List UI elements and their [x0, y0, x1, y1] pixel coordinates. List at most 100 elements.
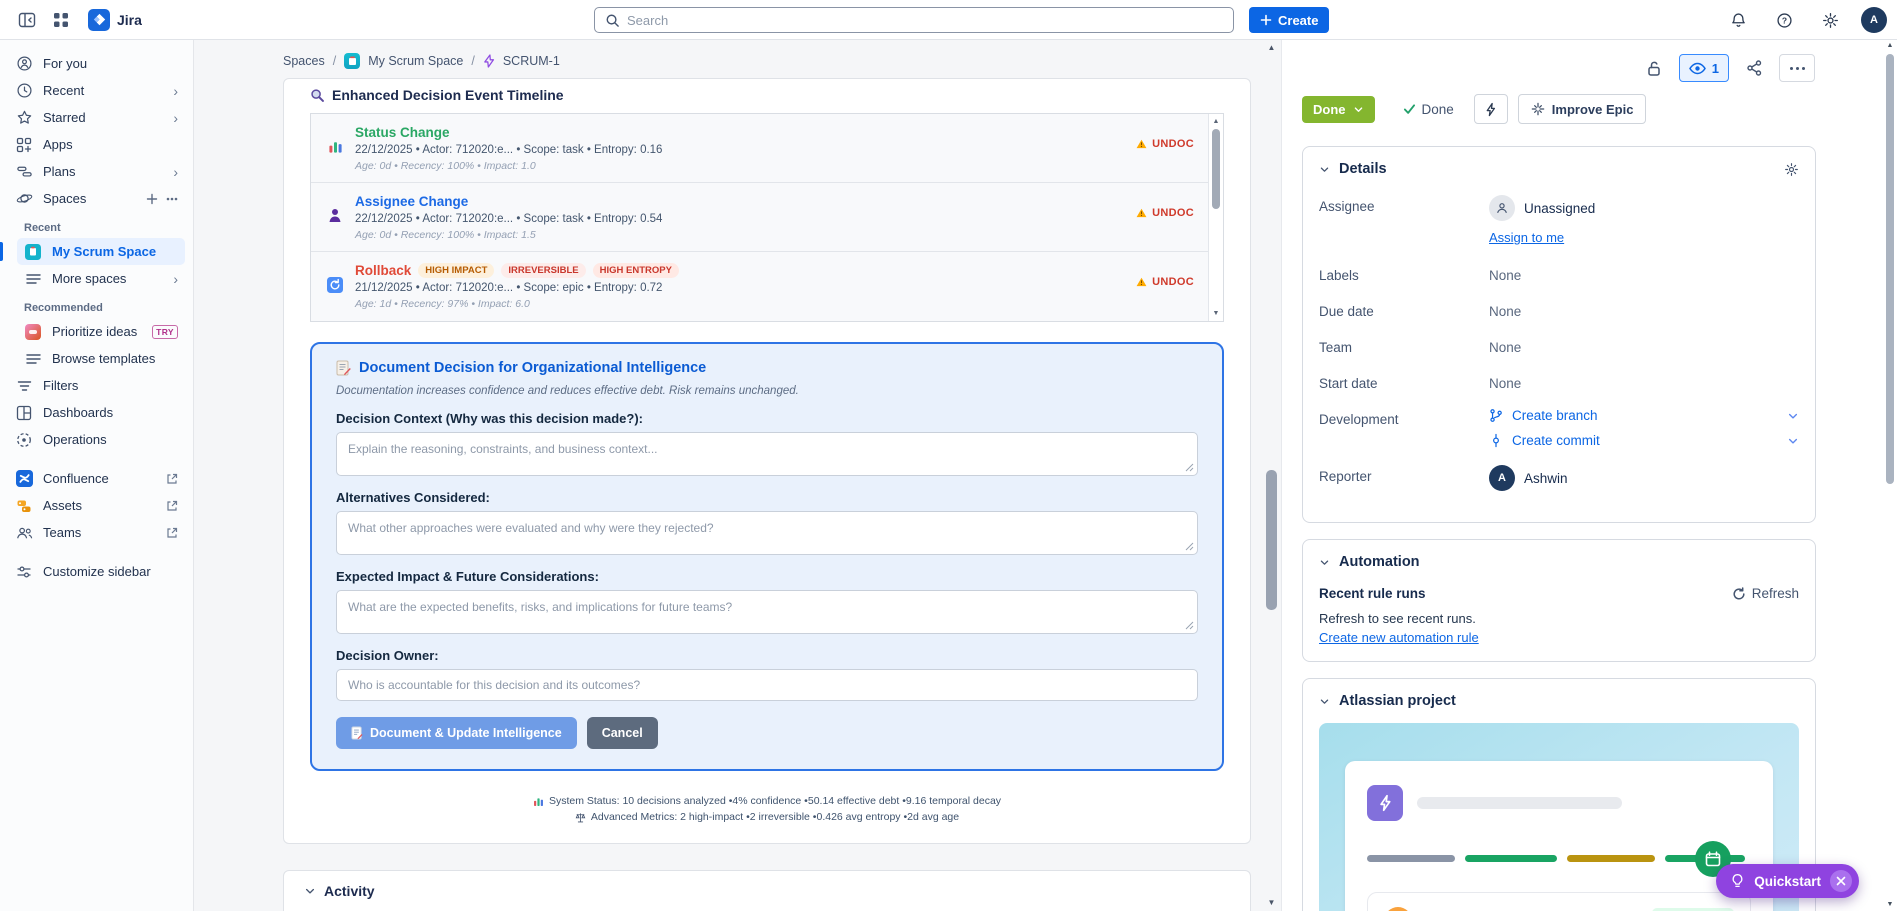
labels-value[interactable]: None	[1489, 264, 1521, 283]
sidebar-item-more-spaces[interactable]: More spaces ›	[17, 265, 185, 292]
notifications-button[interactable]	[1723, 5, 1753, 35]
alternatives-input[interactable]	[336, 511, 1198, 555]
app-switcher-button[interactable]	[46, 5, 76, 35]
assignee-value[interactable]: Unassigned	[1489, 195, 1799, 221]
atlassian-project-header[interactable]: Atlassian project	[1319, 693, 1799, 709]
timeline-event-assignee-change[interactable]: Assignee Change 22/12/2025 • Actor: 7120…	[311, 183, 1208, 252]
undo-button[interactable]: UNDOC	[1136, 138, 1194, 150]
scrollbar-thumb[interactable]	[1266, 470, 1277, 610]
expected-impact-input[interactable]	[336, 590, 1198, 634]
details-settings-button[interactable]	[1784, 162, 1799, 177]
breadcrumb-spaces-link[interactable]: Spaces	[283, 54, 325, 68]
status-dropdown-button[interactable]: Done	[1302, 95, 1375, 123]
add-space-button[interactable]	[146, 193, 158, 205]
sidebar-item-customize[interactable]: Customize sidebar	[8, 558, 185, 585]
automation-quick-button[interactable]	[1473, 94, 1508, 124]
sidebar-collapse-button[interactable]	[12, 5, 42, 35]
event-title: Status Change	[355, 125, 450, 140]
share-button[interactable]	[1739, 54, 1769, 82]
decision-context-input[interactable]	[336, 432, 1198, 476]
details-header[interactable]: Details	[1319, 161, 1799, 177]
automation-header[interactable]: Automation	[1319, 554, 1799, 570]
timeline-panel: Status Change 22/12/2025 • Actor: 712020…	[310, 113, 1224, 322]
start-date-row: Start date None	[1319, 372, 1799, 391]
create-automation-rule-link[interactable]: Create new automation rule	[1319, 630, 1479, 645]
undo-button[interactable]: UNDOC	[1136, 207, 1194, 219]
sidebar-item-browse-templates[interactable]: Browse templates	[17, 345, 185, 372]
scroll-down-icon[interactable]: ▼	[1884, 901, 1896, 908]
create-branch-action[interactable]: Create branch	[1489, 408, 1799, 423]
refresh-button[interactable]: Refresh	[1732, 586, 1799, 601]
settings-button[interactable]	[1815, 5, 1845, 35]
field-label: Alternatives Considered:	[336, 490, 490, 505]
timeline-event-status-change[interactable]: Status Change 22/12/2025 • Actor: 712020…	[311, 114, 1208, 183]
undo-label: UNDOC	[1152, 138, 1194, 150]
timeline-event-rollback[interactable]: Rollback HIGH IMPACT IRREVERSIBLE HIGH E…	[311, 252, 1208, 321]
scroll-up-icon[interactable]: ▲	[1884, 42, 1896, 49]
breadcrumb-issue-key[interactable]: SCRUM-1	[503, 54, 560, 68]
scroll-up-icon[interactable]: ▲	[1209, 118, 1223, 125]
undo-button[interactable]: UNDOC	[1136, 276, 1194, 288]
jira-brand[interactable]: Jira	[88, 8, 142, 31]
sidebar-item-label: Starred	[43, 110, 86, 125]
user-avatar[interactable]: A	[1861, 7, 1887, 33]
quickstart-button[interactable]: Quickstart	[1716, 864, 1859, 898]
sidebar-item-filters[interactable]: Filters	[8, 372, 185, 399]
details-card: Details Assignee Unassigned Assign to me	[1302, 146, 1816, 523]
sidebar-item-recent[interactable]: Recent ›	[8, 77, 185, 104]
scroll-down-icon[interactable]: ▼	[1262, 899, 1281, 907]
scroll-down-icon[interactable]: ▼	[1209, 310, 1223, 317]
spaces-more-button[interactable]	[166, 197, 178, 201]
sidebar-item-plans[interactable]: Plans ›	[8, 158, 185, 185]
scales-icon	[575, 812, 586, 823]
sidebar-item-apps[interactable]: Apps	[8, 131, 185, 158]
start-date-value[interactable]: None	[1489, 372, 1521, 391]
more-actions-button[interactable]	[1779, 54, 1815, 82]
start-date-label: Start date	[1319, 376, 1378, 391]
sidebar-item-label: Customize sidebar	[43, 564, 151, 579]
scrollbar-thumb[interactable]	[1212, 129, 1220, 209]
chevron-down-icon[interactable]	[1787, 410, 1799, 422]
help-button[interactable]: ?	[1769, 5, 1799, 35]
activity-header[interactable]: Activity	[304, 883, 1230, 899]
search-box[interactable]	[594, 7, 1234, 33]
watch-button[interactable]: 1	[1678, 54, 1729, 82]
document-update-button[interactable]: Document & Update Intelligence	[336, 717, 577, 749]
app-switcher-icon	[53, 12, 69, 28]
timeline-scrollbar[interactable]: ▲ ▼	[1208, 114, 1223, 321]
plus-icon	[1260, 14, 1272, 26]
scrollbar-thumb[interactable]	[1886, 54, 1894, 484]
improve-epic-button[interactable]: Improve Epic	[1517, 94, 1647, 124]
sidebar-item-spaces[interactable]: Spaces	[8, 185, 185, 212]
create-commit-action[interactable]: Create commit	[1489, 433, 1799, 448]
sidebar-item-starred[interactable]: Starred ›	[8, 104, 185, 131]
progress-segment	[1465, 855, 1557, 862]
sidebar-item-dashboards[interactable]: Dashboards	[8, 399, 185, 426]
sidebar-item-my-scrum-space[interactable]: My Scrum Space	[0, 238, 185, 265]
sidebar-item-assets[interactable]: Assets	[8, 492, 185, 519]
breadcrumb-space-link[interactable]: My Scrum Space	[368, 54, 463, 68]
chevron-down-icon[interactable]	[1787, 435, 1799, 447]
panel-scrollbar[interactable]: ▲ ▼	[1884, 42, 1896, 911]
chart-icon	[533, 796, 544, 807]
quickstart-close-button[interactable]	[1830, 870, 1852, 892]
cancel-button[interactable]: Cancel	[586, 717, 658, 749]
sidebar-item-prioritize-ideas[interactable]: Prioritize ideas TRY	[17, 318, 185, 345]
create-button-label: Create	[1278, 12, 1319, 28]
sidebar-item-label: For you	[43, 56, 88, 71]
sidebar-item-operations[interactable]: Operations	[8, 426, 185, 453]
scroll-up-icon[interactable]: ▲	[1262, 44, 1281, 52]
sidebar-item-teams[interactable]: Teams	[8, 519, 185, 546]
search-input[interactable]	[627, 12, 1223, 28]
decision-owner-input[interactable]	[336, 669, 1198, 701]
team-value[interactable]: None	[1489, 336, 1521, 355]
main-scrollbar[interactable]: ▲ ▼	[1262, 40, 1281, 911]
reporter-value[interactable]: A Ashwin	[1489, 465, 1568, 491]
assignee-name: Unassigned	[1524, 200, 1596, 216]
restrictions-button[interactable]	[1639, 54, 1669, 82]
create-button[interactable]: Create	[1249, 7, 1330, 33]
sidebar-item-confluence[interactable]: Confluence	[8, 465, 185, 492]
assign-to-me-link[interactable]: Assign to me	[1489, 230, 1564, 245]
due-date-value[interactable]: None	[1489, 300, 1521, 319]
sidebar-item-for-you[interactable]: For you	[8, 50, 185, 77]
